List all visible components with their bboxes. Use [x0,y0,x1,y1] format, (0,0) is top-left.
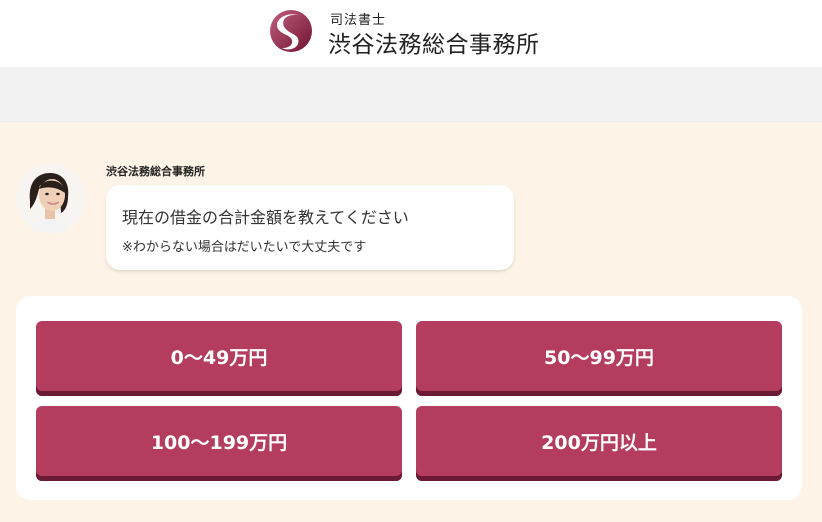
option-100-199-button[interactable]: 100～199万円 [36,406,402,481]
advisor-avatar [16,163,86,233]
answer-options: 0～49万円 50～99万円 100～199万円 200万円以上 [16,296,802,500]
chat-bubble: 現在の借金の合計金額を教えてください ※わからない場合はだいたいで大丈夫です [106,185,514,270]
option-50-99-button[interactable]: 50～99万円 [416,321,782,396]
question-note: ※わからない場合はだいたいで大丈夫です [122,240,367,255]
sender-name: 渋谷法務総合事務所 [106,165,205,178]
option-200-plus-button[interactable]: 200万円以上 [416,406,782,481]
question-text: 現在の借金の合計金額を教えてください [122,208,409,227]
brand-name[interactable]: 渋谷法務総合事務所 [328,25,540,59]
option-0-49-button[interactable]: 0～49万円 [36,321,402,396]
s-mark-icon[interactable] [268,8,314,54]
top-band [0,67,822,122]
site-header: 司法書士 渋谷法務総合事務所 [0,0,822,67]
